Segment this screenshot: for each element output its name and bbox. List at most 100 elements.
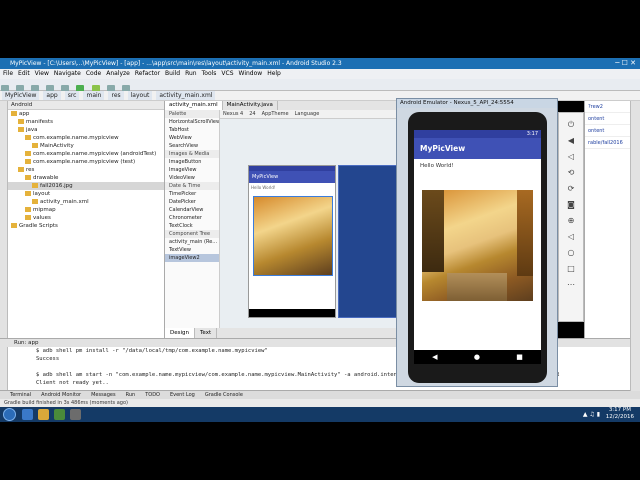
breadcrumb-item[interactable]: MyPicView: [2, 91, 40, 100]
tool-tab[interactable]: Terminal: [10, 391, 31, 399]
menu-item-analyze[interactable]: Analyze: [106, 69, 130, 79]
tool-tab[interactable]: TODO: [145, 391, 160, 399]
overview-icon[interactable]: □: [567, 264, 576, 273]
palette-item[interactable]: activity_main (Re...: [165, 238, 219, 246]
breadcrumb-item[interactable]: res: [108, 91, 124, 100]
preview-textview[interactable]: Hello World!: [249, 183, 335, 192]
preview-imageview[interactable]: [253, 196, 333, 276]
design-preview-phone[interactable]: MyPicView Hello World!: [248, 165, 336, 318]
breadcrumb-item[interactable]: app: [43, 91, 61, 100]
menu-item-tools[interactable]: Tools: [202, 69, 217, 79]
back-icon[interactable]: ◁: [567, 232, 576, 241]
tree-item[interactable]: com.example.name.mypicview (test): [8, 158, 164, 166]
menu-item-refactor[interactable]: Refactor: [135, 69, 160, 79]
android-studio-icon[interactable]: [54, 409, 65, 420]
window-controls[interactable]: ─ ☐ ✕: [615, 58, 636, 69]
palette-item[interactable]: VideoView: [165, 174, 219, 182]
device-screen[interactable]: 3:17 MyPicView Hello World!: [414, 130, 541, 350]
menu-item-edit[interactable]: Edit: [18, 69, 30, 79]
clock[interactable]: 3:17 PM 12/2/2016: [606, 407, 634, 421]
menu-item-window[interactable]: Window: [239, 69, 263, 79]
explorer-icon[interactable]: [38, 409, 49, 420]
power-icon[interactable]: ⏻: [567, 120, 576, 129]
tool-tab[interactable]: Android Monitor: [41, 391, 81, 399]
tool-tab[interactable]: Event Log: [170, 391, 195, 399]
tree-item[interactable]: activity_main.xml: [8, 198, 164, 206]
palette-item[interactable]: TextClock: [165, 222, 219, 230]
tool-tab[interactable]: Messages: [91, 391, 116, 399]
menu-item-vcs[interactable]: VCS: [221, 69, 233, 79]
editor-tab[interactable]: activity_main.xml: [165, 101, 223, 110]
device-status-bar: 3:17: [414, 130, 541, 138]
left-tool-window-strip[interactable]: [0, 101, 8, 391]
palette-item[interactable]: TextView: [165, 246, 219, 254]
more-icon[interactable]: ⋯: [567, 280, 576, 289]
zoom-icon[interactable]: ⊕: [567, 216, 576, 225]
tree-item[interactable]: MainActivity: [8, 142, 164, 150]
design-toolbar-item[interactable]: Nexus 4: [223, 110, 243, 118]
breadcrumb-item[interactable]: src: [64, 91, 80, 100]
blueprint-preview[interactable]: [338, 165, 400, 318]
editor-tab[interactable]: MainActivity.java: [223, 101, 278, 110]
palette-item[interactable]: imageView2: [165, 254, 219, 262]
right-tool-window-strip[interactable]: [630, 101, 640, 391]
palette-item[interactable]: Chronometer: [165, 214, 219, 222]
menu-item-view[interactable]: View: [35, 69, 49, 79]
tree-item[interactable]: app: [8, 110, 164, 118]
palette-item[interactable]: TimePicker: [165, 190, 219, 198]
photo-trees-right: [517, 190, 533, 276]
volume-up-icon[interactable]: ◀: [567, 136, 576, 145]
nav-back-icon[interactable]: ◀: [432, 353, 437, 361]
palette-item[interactable]: ImageButton: [165, 158, 219, 166]
tree-item[interactable]: Gradle Scripts: [8, 222, 164, 230]
tree-item[interactable]: res: [8, 166, 164, 174]
menu-item-file[interactable]: File: [3, 69, 13, 79]
design-toolbar-item[interactable]: 24: [249, 110, 255, 118]
tree-item[interactable]: manifests: [8, 118, 164, 126]
mode-tab[interactable]: Design: [165, 328, 195, 338]
tree-item[interactable]: com.example.name.mypicview (androidTest): [8, 150, 164, 158]
menu-item-run[interactable]: Run: [185, 69, 197, 79]
tree-item[interactable]: drawable: [8, 174, 164, 182]
nav-recents-icon[interactable]: ■: [516, 353, 523, 361]
start-button[interactable]: [3, 408, 16, 421]
home-icon[interactable]: ○: [567, 248, 576, 257]
design-toolbar-item[interactable]: AppTheme: [262, 110, 289, 118]
palette-item[interactable]: SearchView: [165, 142, 219, 150]
volume-down-icon[interactable]: ◁: [567, 152, 576, 161]
design-canvas[interactable]: Nexus 4 24 AppTheme Language MyPicView Hell…: [220, 110, 400, 338]
tree-item[interactable]: mipmap: [8, 206, 164, 214]
palette-item[interactable]: CalendarView: [165, 206, 219, 214]
tree-item[interactable]: values: [8, 214, 164, 222]
project-view-selector[interactable]: Android: [8, 101, 164, 110]
breadcrumb-item[interactable]: main: [83, 91, 105, 100]
breadcrumb-item[interactable]: activity_main.xml: [156, 91, 216, 100]
design-toolbar-item[interactable]: Language: [295, 110, 320, 118]
palette-item[interactable]: ImageView: [165, 166, 219, 174]
menu-item-build[interactable]: Build: [165, 69, 180, 79]
palette-item[interactable]: TabHost: [165, 126, 219, 134]
palette-item[interactable]: DatePicker: [165, 198, 219, 206]
tool-tab[interactable]: Run: [126, 391, 136, 399]
camera-icon[interactable]: ◙: [567, 200, 576, 209]
rotate-left-icon[interactable]: ⟲: [567, 168, 576, 177]
menu-item-help[interactable]: Help: [267, 69, 281, 79]
ie-icon[interactable]: [22, 409, 33, 420]
tree-item[interactable]: com.example.name.mypicview: [8, 134, 164, 142]
layout-editor: activity_main.xml MainActivity.java Palet…: [165, 101, 400, 338]
mode-tab[interactable]: Text: [195, 328, 218, 338]
tree-item[interactable]: java: [8, 126, 164, 134]
tree-item[interactable]: fall2016.jpg: [8, 182, 164, 190]
folder-icon: [32, 183, 38, 188]
breadcrumb-item[interactable]: layout: [127, 91, 153, 100]
nav-home-icon[interactable]: ●: [474, 353, 480, 361]
tray-icons[interactable]: ▲ ♫ ▮: [583, 411, 600, 418]
emulator-icon[interactable]: [70, 409, 81, 420]
menu-item-code[interactable]: Code: [86, 69, 101, 79]
palette-item[interactable]: HorizontalScrollView: [165, 118, 219, 126]
palette-item[interactable]: WebView: [165, 134, 219, 142]
menu-item-navigate[interactable]: Navigate: [54, 69, 81, 79]
tool-tab[interactable]: Gradle Console: [205, 391, 243, 399]
rotate-right-icon[interactable]: ⟳: [567, 184, 576, 193]
tree-item[interactable]: layout: [8, 190, 164, 198]
